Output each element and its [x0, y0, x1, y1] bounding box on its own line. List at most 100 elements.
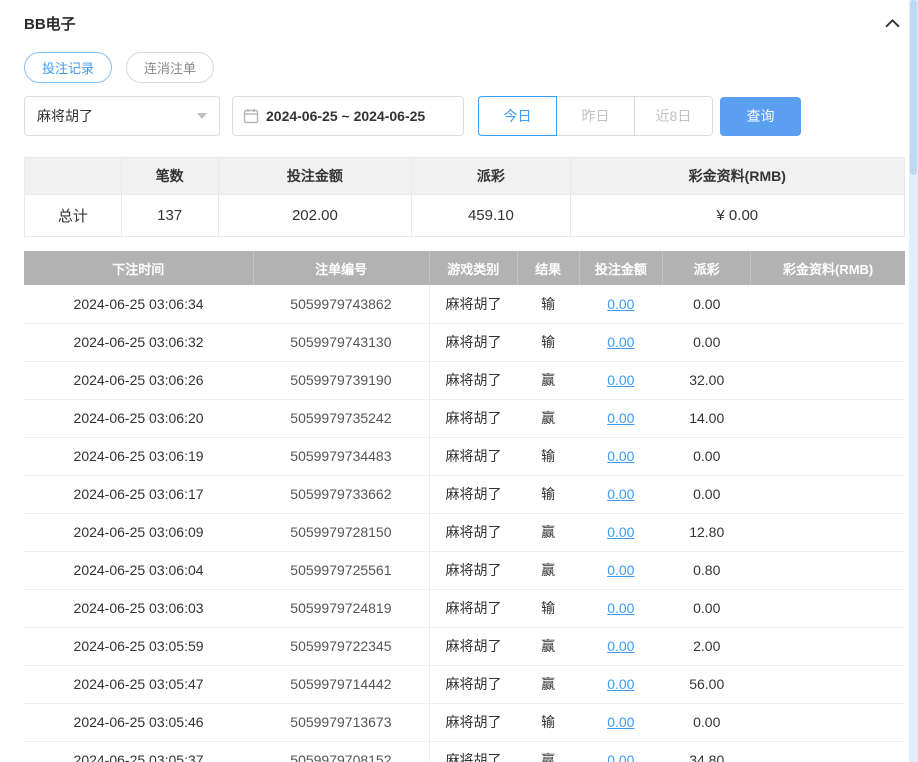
- bet-amount-link[interactable]: 0.00: [607, 676, 634, 692]
- records-table: 下注时间 注单编号 游戏类别 结果 投注金额 派彩 彩金资料(RMB) 2024…: [24, 251, 905, 762]
- payout-cell: 0.80: [662, 551, 751, 590]
- bet-amount-cell: 0.00: [579, 627, 663, 666]
- result-cell: 输: [517, 323, 579, 362]
- summary-header-row: 笔数 投注金额 派彩 彩金资料(RMB): [24, 157, 906, 195]
- bet-amount-cell: 0.00: [579, 437, 663, 476]
- chevron-up-icon[interactable]: [884, 15, 901, 32]
- order-id-cell: 5059979733662: [253, 475, 430, 514]
- records-header-bet-amount: 投注金额: [579, 251, 664, 285]
- table-row: 2024-06-25 03:06:17 5059979733662 麻将胡了 输…: [24, 475, 905, 514]
- bet-amount-cell: 0.00: [579, 703, 663, 742]
- payout-cell: 0.00: [662, 589, 751, 628]
- records-header-jackpot: 彩金资料(RMB): [750, 251, 905, 285]
- quick-filter-group: 今日 昨日 近8日: [478, 96, 713, 136]
- result-cell: 赢: [517, 513, 579, 552]
- order-id-cell: 5059979734483: [253, 437, 430, 476]
- records-header-result: 结果: [517, 251, 580, 285]
- game-type-cell: 麻将胡了: [428, 399, 518, 438]
- result-cell: 输: [517, 285, 579, 324]
- bet-amount-cell: 0.00: [579, 665, 663, 704]
- caret-down-icon: [197, 113, 207, 119]
- game-type-cell: 麻将胡了: [428, 285, 518, 324]
- bet-amount-link[interactable]: 0.00: [607, 714, 634, 730]
- bet-amount-link[interactable]: 0.00: [607, 296, 634, 312]
- records-header-row: 下注时间 注单编号 游戏类别 结果 投注金额 派彩 彩金资料(RMB): [24, 251, 905, 285]
- quick-filter-yesterday[interactable]: 昨日: [556, 96, 635, 136]
- bet-amount-link[interactable]: 0.00: [607, 372, 634, 388]
- order-id-cell: 5059979743130: [253, 323, 430, 362]
- bet-amount-link[interactable]: 0.00: [607, 410, 634, 426]
- bb-electronic-panel: BB电子 投注记录 连消注单 麻将胡了 2024-06-25 ~ 2024-06…: [0, 0, 918, 762]
- result-cell: 输: [517, 437, 579, 476]
- jackpot-cell: [750, 475, 905, 514]
- tab-bet-records[interactable]: 投注记录: [24, 52, 113, 83]
- game-type-cell: 麻将胡了: [428, 361, 518, 400]
- filter-row: 麻将胡了 2024-06-25 ~ 2024-06-25 今日 昨日 近8日 查…: [24, 96, 905, 136]
- bet-amount-link[interactable]: 0.00: [607, 334, 634, 350]
- bet-time-cell: 2024-06-25 03:06:19: [24, 437, 254, 476]
- order-id-cell: 5059979724819: [253, 589, 430, 628]
- records-header-order-id: 注单编号: [253, 251, 430, 285]
- table-row: 2024-06-25 03:06:19 5059979734483 麻将胡了 输…: [24, 437, 905, 476]
- records-header-game-type: 游戏类别: [429, 251, 518, 285]
- bet-amount-link[interactable]: 0.00: [607, 448, 634, 464]
- scrollbar-thumb[interactable]: [910, 0, 917, 175]
- bet-amount-link[interactable]: 0.00: [607, 600, 634, 616]
- bet-amount-cell: 0.00: [579, 589, 663, 628]
- jackpot-cell: [750, 703, 905, 742]
- result-cell: 赢: [517, 627, 579, 666]
- payout-cell: 0.00: [662, 323, 751, 362]
- panel-content: BB电子 投注记录 连消注单 麻将胡了 2024-06-25 ~ 2024-06…: [0, 0, 918, 762]
- date-range-input[interactable]: 2024-06-25 ~ 2024-06-25: [232, 96, 464, 136]
- vertical-scrollbar[interactable]: [909, 0, 918, 762]
- jackpot-cell: [750, 665, 905, 704]
- summary-total-count: 137: [120, 194, 219, 237]
- order-id-cell: 5059979713673: [253, 703, 430, 742]
- summary-header-payout: 派彩: [411, 157, 571, 195]
- records-header-payout: 派彩: [662, 251, 752, 285]
- page-title: BB电子: [24, 15, 76, 33]
- bet-amount-link[interactable]: 0.00: [607, 638, 634, 654]
- order-id-cell: 5059979743862: [253, 285, 430, 324]
- table-row: 2024-06-25 03:05:59 5059979722345 麻将胡了 赢…: [24, 627, 905, 666]
- bet-amount-link[interactable]: 0.00: [607, 752, 634, 762]
- jackpot-cell: [750, 361, 905, 400]
- result-cell: 输: [517, 589, 579, 628]
- table-row: 2024-06-25 03:05:47 5059979714442 麻将胡了 赢…: [24, 665, 905, 704]
- bet-time-cell: 2024-06-25 03:06:26: [24, 361, 254, 400]
- order-id-cell: 5059979735242: [253, 399, 430, 438]
- jackpot-cell: [750, 627, 905, 666]
- bet-time-cell: 2024-06-25 03:05:37: [24, 741, 254, 762]
- result-cell: 赢: [517, 551, 579, 590]
- jackpot-cell: [750, 323, 905, 362]
- table-row: 2024-06-25 03:06:04 5059979725561 麻将胡了 赢…: [24, 551, 905, 590]
- payout-cell: 14.00: [662, 399, 751, 438]
- bet-time-cell: 2024-06-25 03:06:20: [24, 399, 254, 438]
- game-type-cell: 麻将胡了: [428, 589, 518, 628]
- game-type-cell: 麻将胡了: [428, 627, 518, 666]
- payout-cell: 0.00: [662, 703, 751, 742]
- bet-amount-link[interactable]: 0.00: [607, 524, 634, 540]
- bet-time-cell: 2024-06-25 03:06:34: [24, 285, 254, 324]
- tab-cancelled-orders[interactable]: 连消注单: [126, 52, 215, 83]
- bet-time-cell: 2024-06-25 03:06:09: [24, 513, 254, 552]
- game-select[interactable]: 麻将胡了: [24, 96, 220, 136]
- bet-amount-link[interactable]: 0.00: [607, 562, 634, 578]
- order-id-cell: 5059979722345: [253, 627, 430, 666]
- bet-amount-link[interactable]: 0.00: [607, 486, 634, 502]
- payout-cell: 12.80: [662, 513, 751, 552]
- table-row: 2024-06-25 03:05:46 5059979713673 麻将胡了 输…: [24, 703, 905, 742]
- table-row: 2024-06-25 03:06:34 5059979743862 麻将胡了 输…: [24, 285, 905, 324]
- order-id-cell: 5059979739190: [253, 361, 430, 400]
- table-row: 2024-06-25 03:05:37 5059979708152 麻将胡了 赢…: [24, 741, 905, 762]
- quick-filter-today[interactable]: 今日: [478, 96, 557, 136]
- order-id-cell: 5059979728150: [253, 513, 430, 552]
- jackpot-cell: [750, 399, 905, 438]
- search-button[interactable]: 查询: [720, 96, 801, 136]
- game-type-cell: 麻将胡了: [428, 475, 518, 514]
- panel-header: BB电子: [24, 10, 905, 36]
- bet-amount-cell: 0.00: [579, 741, 663, 762]
- result-cell: 输: [517, 475, 579, 514]
- quick-filter-last-8-days[interactable]: 近8日: [634, 96, 713, 136]
- jackpot-cell: [750, 551, 905, 590]
